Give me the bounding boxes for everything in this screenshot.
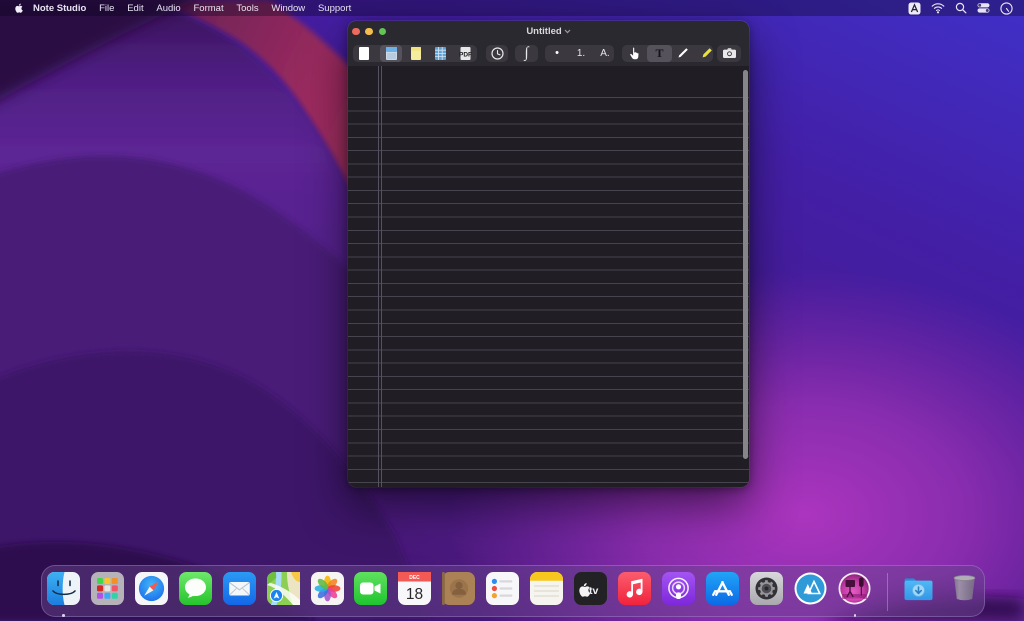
svg-text:DEC: DEC: [410, 575, 421, 581]
svg-text:18: 18: [406, 586, 423, 603]
svg-text:PDF: PDF: [459, 51, 472, 58]
svg-text:tv: tv: [589, 585, 598, 597]
